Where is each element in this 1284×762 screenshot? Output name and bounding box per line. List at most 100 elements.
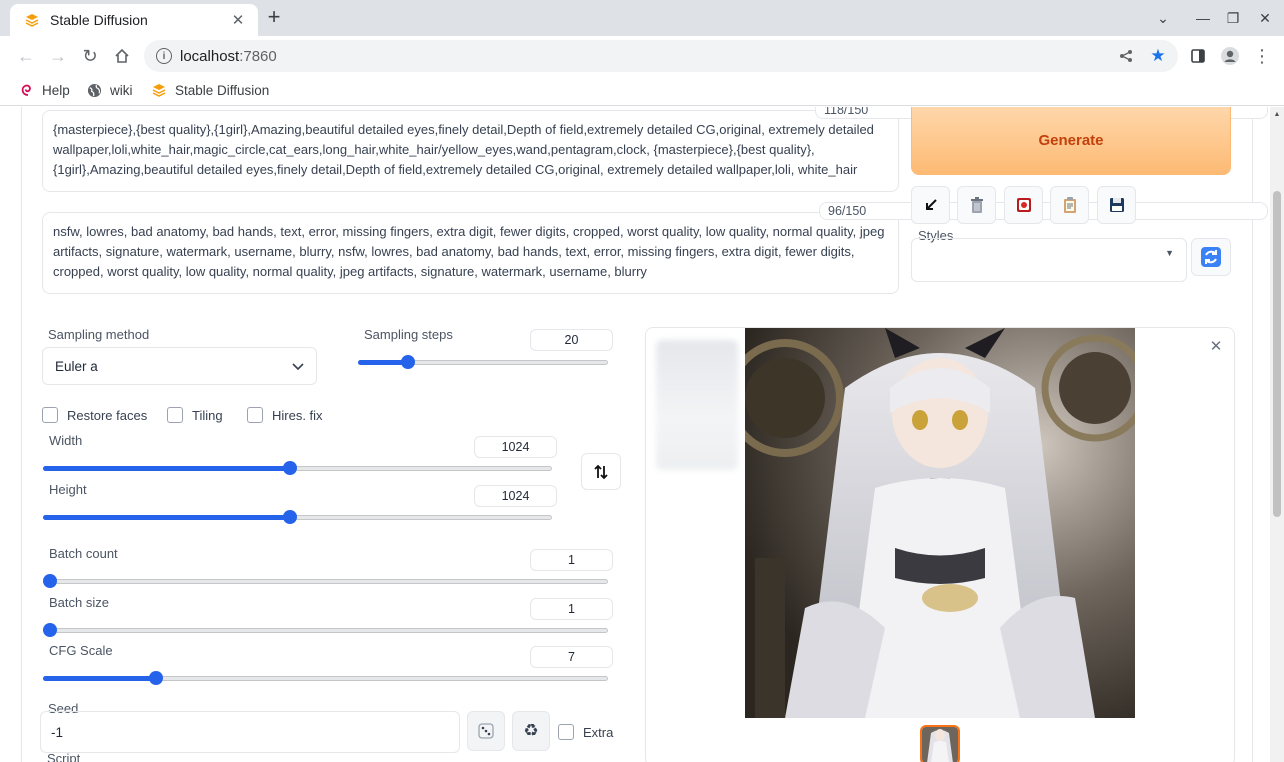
checkbox-label: Extra	[583, 724, 614, 740]
seed-input[interactable]: -1	[40, 711, 460, 753]
gallery-thumbnail[interactable]	[920, 725, 960, 762]
random-seed-button[interactable]	[467, 711, 505, 751]
height-input[interactable]: 1024	[474, 485, 557, 507]
sampling-method-value: Euler a	[55, 358, 98, 374]
sampling-method-dropdown[interactable]: Euler a	[42, 347, 317, 385]
scroll-up-icon[interactable]: ▲	[1272, 111, 1282, 121]
generate-button[interactable]: Generate	[911, 107, 1231, 175]
width-label: Width	[49, 433, 83, 448]
height-label: Height	[49, 482, 87, 497]
address-bar[interactable]: i localhost:7860 ★	[144, 40, 1178, 72]
slider-thumb[interactable]	[282, 461, 297, 475]
close-icon[interactable]: ✕	[228, 10, 248, 30]
globe-icon	[86, 82, 102, 98]
slider-thumb[interactable]	[149, 671, 163, 685]
bookmark-label: Help	[42, 82, 70, 98]
profile-avatar-icon[interactable]	[1218, 44, 1242, 68]
styles-dropdown[interactable]: ▼	[911, 238, 1187, 282]
reload-icon[interactable]: ↻	[78, 44, 102, 68]
close-icon[interactable]: ✕	[1208, 338, 1224, 355]
hires-fix-checkbox[interactable]: Hires. fix	[247, 407, 323, 423]
batch-count-slider[interactable]	[43, 573, 608, 589]
slider-thumb[interactable]	[43, 574, 57, 588]
scrollbar-thumb[interactable]	[1273, 191, 1281, 517]
bookmark-stable-diffusion[interactable]: Stable Diffusion	[151, 82, 269, 98]
back-icon[interactable]: ←	[14, 44, 38, 68]
negative-prompt-textarea[interactable]: nsfw, lowres, bad anatomy, bad hands, te…	[42, 212, 899, 294]
restore-icon[interactable]: ❐	[1222, 8, 1244, 28]
tab-title: Stable Diffusion	[50, 12, 148, 28]
sampling-steps-slider[interactable]	[358, 354, 608, 370]
new-tab-button[interactable]: +	[264, 6, 284, 28]
extra-seed-checkbox[interactable]: Extra	[558, 724, 613, 740]
extra-networks-card-icon[interactable]	[1004, 186, 1043, 224]
browser-tab-bar: Stable Diffusion ✕ + ⌄ — ❐ ✕	[0, 0, 1284, 36]
batch-size-input[interactable]: 1	[530, 598, 613, 620]
negative-prompt-token-counter: 96/150	[819, 202, 1268, 220]
save-floppy-icon[interactable]	[1097, 186, 1136, 224]
batch-count-label: Batch count	[49, 546, 118, 561]
forward-icon[interactable]: →	[46, 44, 70, 68]
bookmark-help[interactable]: Help	[18, 82, 70, 98]
trash-icon[interactable]	[957, 186, 996, 224]
width-input[interactable]: 1024	[474, 436, 557, 458]
restore-faces-checkbox[interactable]: Restore faces	[42, 407, 147, 423]
tiling-checkbox[interactable]: Tiling	[167, 407, 223, 423]
swap-dimensions-button[interactable]	[581, 453, 621, 490]
browser-toolbar: ← → ↻ i localhost:7860 ★ ⋮	[0, 36, 1284, 76]
refresh-icon	[1201, 247, 1221, 267]
cfg-scale-input[interactable]: 7	[530, 646, 613, 668]
minimize-icon[interactable]: —	[1192, 8, 1214, 28]
dice-icon	[478, 723, 494, 739]
cfg-scale-label: CFG Scale	[49, 643, 113, 658]
debian-swirl-icon	[18, 82, 34, 98]
stable-diffusion-favicon-icon	[151, 82, 167, 98]
page-scrollbar[interactable]: ▲	[1270, 107, 1284, 762]
bookmark-star-icon[interactable]: ★	[1148, 46, 1168, 66]
slider-thumb[interactable]	[282, 510, 297, 524]
checkbox-label: Tiling	[192, 407, 223, 423]
prompt-textarea[interactable]: {masterpiece},{best quality},{1girl},Ama…	[42, 110, 899, 192]
window-close-icon[interactable]: ✕	[1254, 8, 1276, 28]
blurred-preview	[656, 340, 738, 470]
bookmark-label: Stable Diffusion	[175, 82, 270, 98]
cfg-scale-slider[interactable]	[43, 670, 608, 686]
home-icon[interactable]	[110, 44, 134, 68]
script-label: Script	[47, 751, 81, 762]
refresh-styles-button[interactable]	[1191, 238, 1231, 276]
seed-value: -1	[51, 724, 64, 740]
checkbox-label: Hires. fix	[272, 407, 323, 423]
generated-image[interactable]	[745, 328, 1135, 718]
batch-size-slider[interactable]	[43, 622, 608, 638]
url-host: localhost	[180, 47, 240, 65]
output-gallery: ✕	[645, 327, 1235, 762]
site-info-icon[interactable]: i	[156, 48, 172, 64]
bookmarks-bar: Help wiki Stable Diffusion	[0, 76, 1284, 106]
bookmark-wiki[interactable]: wiki	[86, 82, 133, 98]
clipboard-icon[interactable]	[1050, 186, 1089, 224]
stable-diffusion-favicon-icon	[24, 12, 40, 28]
height-slider[interactable]	[43, 509, 552, 525]
browser-tab[interactable]: Stable Diffusion ✕	[10, 4, 258, 36]
width-slider[interactable]	[43, 460, 552, 476]
tab-search-icon[interactable]: ⌄	[1152, 8, 1174, 28]
side-panel-icon[interactable]	[1186, 44, 1210, 68]
slider-thumb[interactable]	[401, 355, 415, 369]
batch-size-label: Batch size	[49, 595, 109, 610]
sampling-steps-input[interactable]: 20	[530, 329, 613, 351]
recycle-icon: ♻	[523, 721, 539, 740]
slider-thumb[interactable]	[43, 623, 57, 637]
bookmark-label: wiki	[110, 82, 133, 98]
prompt-text: {masterpiece},{best quality},{1girl},Ama…	[53, 122, 874, 177]
sampling-steps-label: Sampling steps	[364, 327, 453, 342]
menu-icon[interactable]: ⋮	[1250, 44, 1274, 68]
reuse-seed-button[interactable]: ♻	[512, 711, 550, 751]
read-params-arrow-icon[interactable]	[911, 186, 950, 224]
share-icon[interactable]	[1116, 46, 1136, 66]
batch-count-input[interactable]: 1	[530, 549, 613, 571]
swap-arrows-icon	[594, 464, 608, 479]
checkbox-label: Restore faces	[67, 407, 148, 423]
chevron-down-icon	[292, 359, 304, 374]
sampling-method-label: Sampling method	[48, 327, 150, 342]
url-port: :7860	[239, 47, 277, 65]
